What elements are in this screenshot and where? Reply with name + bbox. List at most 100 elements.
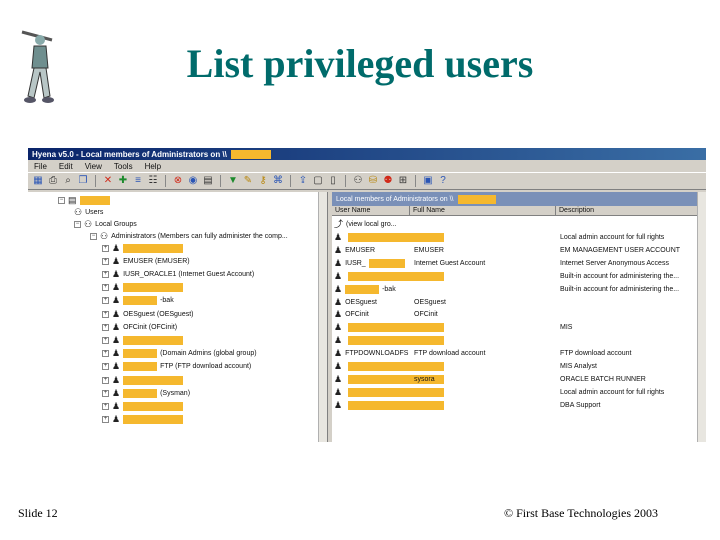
expand-toggle[interactable]: + <box>102 389 109 397</box>
tree-member[interactable]: + ♟ <box>102 282 186 294</box>
tree-member[interactable]: + ♟ IUSR_ORACLE1 (Internet Guest Account) <box>102 268 254 280</box>
slide-number: Slide 12 <box>18 506 58 520</box>
copy-icon[interactable]: ❐ <box>77 175 89 187</box>
details-view-icon[interactable]: ☷ <box>147 175 159 187</box>
share-icon[interactable]: ⛁ <box>367 175 379 187</box>
col-full-name[interactable]: Full Name <box>410 206 556 215</box>
expand-toggle[interactable]: + <box>102 350 109 358</box>
tree-icon[interactable]: ⊞ <box>397 175 409 187</box>
user-icon: ♟ <box>112 321 121 332</box>
menu-help[interactable]: Help <box>145 162 161 171</box>
menu-edit[interactable]: Edit <box>59 162 73 171</box>
redacted-name <box>123 296 158 306</box>
expand-toggle[interactable]: + <box>102 402 109 410</box>
export-icon[interactable]: ⇪ <box>297 175 309 187</box>
list-header: User Name Full Name Description <box>332 206 706 216</box>
redacted-name <box>123 415 184 425</box>
list-row[interactable]: ♟ Local admin account for full rights <box>332 231 692 244</box>
menu-view[interactable]: View <box>85 162 102 171</box>
stop-icon[interactable]: ⊗ <box>172 175 184 187</box>
tree-member[interactable]: + ♟ (Domain Admins (global group) <box>102 348 257 360</box>
tree-pane[interactable]: − ▤ ⚇ Users − ⚇ Local Groups − ⚇ Administra… <box>28 192 328 442</box>
expand-toggle[interactable]: + <box>102 416 109 424</box>
members-list-pane[interactable]: Local members of Administrators on \\ Us… <box>332 192 706 442</box>
tree-root[interactable]: − ▤ <box>58 194 110 206</box>
tree-member[interactable]: + ♟ OESguest (OESguest) <box>102 308 194 320</box>
expand-toggle[interactable]: + <box>102 336 109 344</box>
list-row[interactable]: ♟ Local admin account for full rights <box>332 386 692 399</box>
expand-toggle[interactable]: + <box>102 310 109 318</box>
user-name-cell: FTPDOWNLOADFS <box>345 350 409 358</box>
tree-administrators[interactable]: − ⚇ Administrators (Members can fully adm… <box>90 230 288 242</box>
tree-member[interactable]: + ♟ <box>102 400 186 412</box>
list-row[interactable]: ♟ MIS Analyst <box>332 360 692 373</box>
delete-icon[interactable]: ✕ <box>102 175 114 187</box>
list-row[interactable]: ♟ DBA Support <box>332 399 692 412</box>
up-folder-icon: ⤴ <box>334 219 344 229</box>
list-scrollbar[interactable] <box>697 192 706 442</box>
help-icon[interactable]: ? <box>437 175 449 187</box>
expand-toggle[interactable]: + <box>102 323 109 331</box>
tree-local-groups[interactable]: − ⚇ Local Groups <box>74 218 137 230</box>
menu-tools[interactable]: Tools <box>114 162 133 171</box>
col-description[interactable]: Description <box>556 206 706 215</box>
expand-toggle[interactable]: + <box>102 270 109 278</box>
tree-member[interactable]: + ♟ (Sysman) <box>102 387 190 399</box>
tree-member-label: OFCinit (OFCinit) <box>123 323 178 331</box>
tools-icon[interactable]: ✎ <box>242 175 254 187</box>
add-icon[interactable]: ✚ <box>117 175 129 187</box>
tree-member[interactable]: + ♟ <box>102 414 186 426</box>
expand-toggle[interactable]: + <box>102 257 109 265</box>
document-icon[interactable]: ▯ <box>327 175 339 187</box>
list-row[interactable]: ♟ <box>332 334 692 347</box>
group-icon: ⚇ <box>100 230 109 241</box>
script-icon[interactable]: ⌘ <box>272 175 284 187</box>
properties-icon[interactable]: ▦ <box>32 175 44 187</box>
col-user-name[interactable]: User Name <box>332 206 410 215</box>
list-row[interactable]: ♟ MIS <box>332 321 692 334</box>
tree-scrollbar[interactable] <box>318 192 327 442</box>
list-row[interactable]: ♟ OESguest OESguest <box>332 296 692 309</box>
tree-member[interactable]: + ♟ <box>102 242 186 254</box>
tree-member[interactable]: + ♟ -bak <box>102 295 174 307</box>
list-row[interactable]: ♟ Built-in account for administering the.… <box>332 270 692 283</box>
redacted-user <box>348 323 445 333</box>
tree-member[interactable]: + ♟ FTP (FTP download account) <box>102 361 251 373</box>
grid-icon[interactable]: ▤ <box>202 175 214 187</box>
filter-icon[interactable]: ▼ <box>227 175 239 187</box>
tree-users[interactable]: ⚇ Users <box>74 206 103 218</box>
list-row[interactable]: ♟ IUSR_ Internet Guest Account Internet Ser… <box>332 257 692 270</box>
window-title: Hyena v5.0 - Local members of Administra… <box>32 149 227 159</box>
tree-member[interactable]: + ♟ EMUSER (EMUSER) <box>102 255 190 267</box>
tree-member[interactable]: + ♟ <box>102 374 186 386</box>
monitor-icon[interactable]: ▣ <box>422 175 434 187</box>
user-remove-icon[interactable]: ⚉ <box>382 175 394 187</box>
list-row[interactable]: ♟ EMUSER EMUSER EM MANAGEMENT USER ACCOUNT <box>332 244 692 257</box>
expand-toggle[interactable]: + <box>102 297 109 305</box>
user-icon: ♟ <box>334 270 343 281</box>
list-view-icon[interactable]: ≡ <box>132 175 144 187</box>
tree-member[interactable]: + ♟ OFCinit (OFCinit) <box>102 321 177 333</box>
list-row[interactable]: ♟ sysora ORACLE BATCH RUNNER <box>332 373 692 386</box>
list-row[interactable]: ♟ OFCinit OFCinit <box>332 308 692 321</box>
print-icon[interactable]: ⎙ <box>47 175 59 187</box>
user-icon: ♟ <box>112 387 121 398</box>
expand-toggle[interactable]: + <box>102 376 109 384</box>
list-row[interactable]: ♟ FTPDOWNLOADFS FTP download account FTP do… <box>332 347 692 360</box>
list-pane-title: Local members of Administrators on \\ <box>332 192 706 206</box>
expand-toggle[interactable]: + <box>102 244 109 252</box>
redacted-name <box>123 388 158 398</box>
window-icon[interactable]: ▢ <box>312 175 324 187</box>
description-cell: DBA Support <box>560 401 601 409</box>
server-icon: ▤ <box>68 194 77 205</box>
expand-toggle[interactable]: + <box>102 363 109 371</box>
find-icon[interactable]: ⌕ <box>62 175 74 187</box>
users-icon[interactable]: ⚇ <box>352 175 364 187</box>
refresh-icon[interactable]: ◉ <box>187 175 199 187</box>
menu-file[interactable]: File <box>34 162 47 171</box>
tree-member[interactable]: + ♟ <box>102 334 186 346</box>
key-icon[interactable]: ⚷ <box>257 175 269 187</box>
list-row[interactable]: ♟ -bak Built-in account for administering … <box>332 283 692 296</box>
description-cell: Built-in account for administering the..… <box>560 285 680 293</box>
expand-toggle[interactable]: + <box>102 284 109 292</box>
